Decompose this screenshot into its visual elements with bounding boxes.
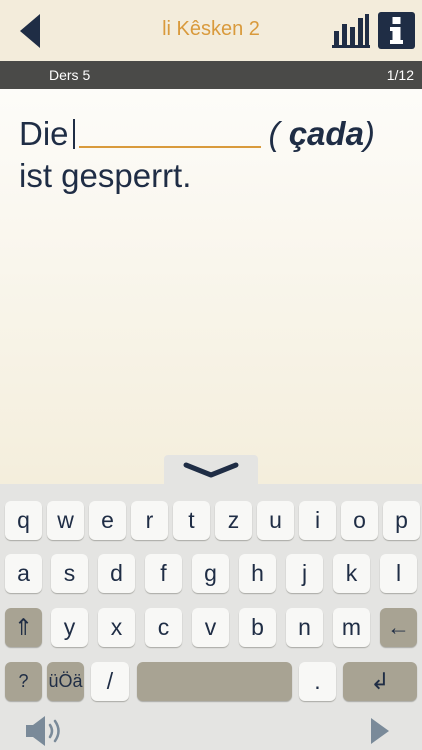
key-q[interactable]: q xyxy=(5,501,42,540)
exercise-sentence: Die ( çada) ist gesperrt. xyxy=(19,113,414,197)
text-cursor xyxy=(72,119,75,149)
key-s[interactable]: s xyxy=(51,554,88,593)
key-g[interactable]: g xyxy=(192,554,229,593)
key-u[interactable]: u xyxy=(257,501,294,540)
sentence-end: ist gesperrt. xyxy=(19,157,192,194)
key-k[interactable]: k xyxy=(333,554,370,593)
key-y[interactable]: y xyxy=(51,608,88,647)
speaker-icon[interactable] xyxy=(26,715,64,747)
key-x[interactable]: x xyxy=(98,608,135,647)
word-hint: ( çada) xyxy=(268,115,375,152)
statistics-icon[interactable] xyxy=(332,14,370,48)
keyboard: q w e r t z u i o p a s d f g h j k l ⇑ … xyxy=(0,484,422,730)
numbers-key[interactable]: ?123 xyxy=(5,662,42,730)
key-z[interactable]: z xyxy=(215,501,252,540)
key-v[interactable]: v xyxy=(192,608,229,647)
answer-blank[interactable] xyxy=(78,120,261,148)
key-l[interactable]: l xyxy=(380,554,417,593)
key-e[interactable]: e xyxy=(89,501,126,540)
key-t[interactable]: t xyxy=(173,501,210,540)
key-r[interactable]: r xyxy=(131,501,168,540)
space-key[interactable] xyxy=(137,662,292,701)
period-key[interactable]: . xyxy=(299,662,336,701)
slash-key[interactable]: / xyxy=(91,662,129,701)
sentence-start: Die xyxy=(19,115,69,152)
lesson-name: Ders 5 xyxy=(49,67,91,83)
key-f[interactable]: f xyxy=(145,554,182,593)
key-c[interactable]: c xyxy=(145,608,182,647)
key-n[interactable]: n xyxy=(286,608,323,647)
key-h[interactable]: h xyxy=(239,554,276,593)
key-d[interactable]: d xyxy=(98,554,135,593)
shift-key[interactable]: ⇑ xyxy=(5,608,42,647)
top-bar: li Kêsken 2 xyxy=(0,0,422,61)
lesson-bar: Ders 5 1/12 xyxy=(0,61,422,89)
key-j[interactable]: j xyxy=(286,554,323,593)
hint-word: çada xyxy=(288,115,364,152)
key-i[interactable]: i xyxy=(299,501,336,540)
next-arrow-icon[interactable] xyxy=(371,718,389,744)
info-button[interactable] xyxy=(378,12,415,49)
key-a[interactable]: a xyxy=(5,554,42,593)
hide-keyboard-button[interactable] xyxy=(164,455,258,485)
exercise-area: Die ( çada) ist gesperrt. xyxy=(0,89,422,484)
key-p[interactable]: p xyxy=(383,501,420,540)
bottom-bar xyxy=(0,712,422,750)
info-icon xyxy=(390,17,403,44)
chevron-down-icon xyxy=(183,462,239,478)
backspace-key[interactable]: ← xyxy=(380,608,417,647)
key-m[interactable]: m xyxy=(333,608,370,647)
umlauts-key[interactable]: üÖä xyxy=(47,662,84,701)
key-o[interactable]: o xyxy=(341,501,378,540)
return-key[interactable]: ↲ xyxy=(343,662,417,701)
progress-counter: 1/12 xyxy=(386,67,414,83)
key-b[interactable]: b xyxy=(239,608,276,647)
key-w[interactable]: w xyxy=(47,501,84,540)
